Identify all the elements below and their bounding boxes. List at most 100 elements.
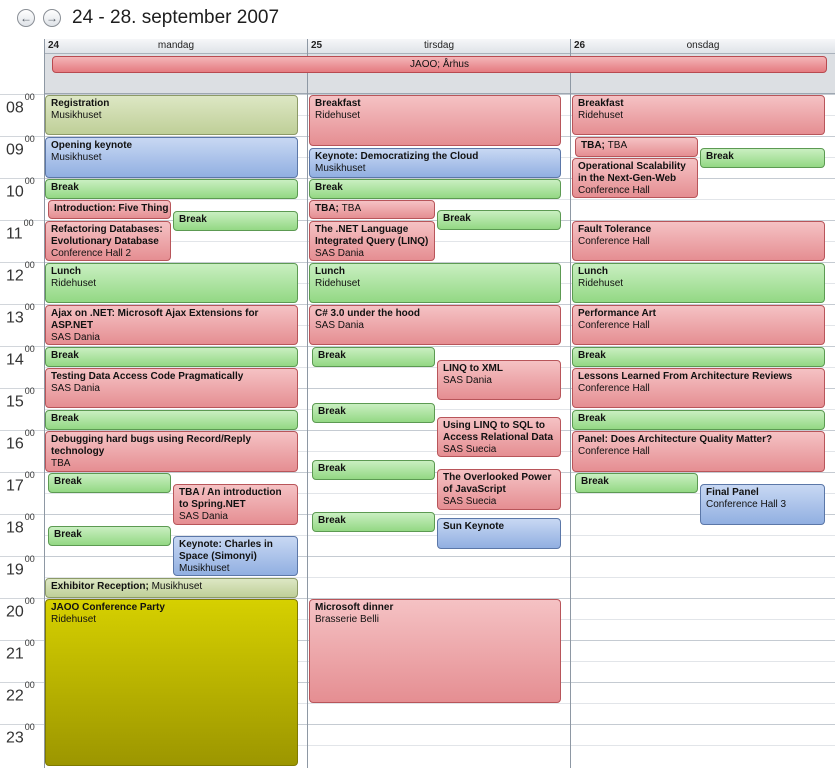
- event-location: TBA: [341, 203, 362, 214]
- event[interactable]: Refactoring Databases: Evolutionary Data…: [45, 221, 171, 261]
- event-title: Break: [51, 182, 79, 193]
- event[interactable]: TBA; TBA: [309, 200, 435, 219]
- event[interactable]: TBA / An introduction to Spring.NET SAS D…: [173, 484, 298, 525]
- time-slot-line: [571, 535, 835, 536]
- event[interactable]: Break: [312, 512, 435, 532]
- event[interactable]: Final Panel Conference Hall 3: [700, 484, 825, 525]
- hour-minutes: 00: [24, 176, 35, 186]
- event[interactable]: Introduction: Five Thing: [48, 200, 171, 219]
- event[interactable]: Breakfast Ridehuset: [572, 95, 825, 135]
- event[interactable]: Keynote: Charles in Space (Simonyi) Musik…: [173, 536, 298, 576]
- event[interactable]: JAOO Conference Party Ridehuset: [45, 599, 298, 766]
- hour-row: 1100: [0, 218, 44, 262]
- event[interactable]: Break: [48, 473, 171, 493]
- event[interactable]: Performance Art Conference Hall: [572, 305, 825, 345]
- event[interactable]: Operational Scalability in the Next-Gen-…: [572, 158, 698, 198]
- event-title: Fault Tolerance: [578, 224, 652, 235]
- next-week-button[interactable]: →: [43, 9, 61, 27]
- hour-minutes: 00: [24, 260, 35, 270]
- event[interactable]: Lunch Ridehuset: [309, 263, 561, 303]
- hour-number: 09: [6, 141, 24, 159]
- hour-label: 2100: [6, 638, 35, 663]
- event[interactable]: Break: [572, 347, 825, 367]
- event[interactable]: Breakfast Ridehuset: [309, 95, 561, 146]
- event[interactable]: Sun Keynote: [437, 518, 561, 549]
- event-title: TBA; TBA: [581, 140, 628, 151]
- event[interactable]: Ajax on .NET: Microsoft Ajax Extensions …: [45, 305, 298, 345]
- hour-row: 1300: [0, 302, 44, 346]
- event[interactable]: Break: [575, 473, 698, 493]
- event-title: Break: [578, 413, 606, 424]
- hour-label: 1200: [6, 260, 35, 285]
- event-location: SAS Dania: [315, 248, 364, 259]
- event-title: The Overlooked Power of JavaScript: [443, 472, 552, 495]
- event[interactable]: Opening keynote Musikhuset: [45, 137, 298, 178]
- event[interactable]: Break: [48, 526, 171, 546]
- hour-number: 20: [6, 603, 24, 621]
- event[interactable]: C# 3.0 under the hood SAS Dania: [309, 305, 561, 345]
- time-gutter: 0800 0900 1000 1100 1200 1300 1400 1500 1600 1700…: [0, 92, 44, 768]
- event[interactable]: Debugging hard bugs using Record/Reply t…: [45, 431, 298, 472]
- hour-row: 1500: [0, 386, 44, 430]
- event[interactable]: Lessons Learned From Architecture Review…: [572, 368, 825, 408]
- event[interactable]: Testing Data Access Code Pragmatically SA…: [45, 368, 298, 408]
- hour-number: 14: [6, 351, 24, 369]
- event[interactable]: Exhibitor Reception; Musikhuset: [45, 578, 298, 598]
- event[interactable]: Break: [700, 148, 825, 168]
- hour-label: 1500: [6, 386, 35, 411]
- event[interactable]: Break: [312, 460, 435, 480]
- hour-minutes: 00: [24, 722, 35, 732]
- event-title: Lunch: [51, 266, 81, 277]
- event[interactable]: The Overlooked Power of JavaScript SAS Su…: [437, 469, 561, 510]
- time-slot-line: [571, 703, 835, 704]
- event[interactable]: Break: [45, 347, 298, 367]
- event[interactable]: Lunch Ridehuset: [45, 263, 298, 303]
- day-header-wed[interactable]: 26 onsdag: [571, 39, 835, 54]
- event-title: TBA / An introduction to Spring.NET: [179, 487, 282, 510]
- day-header-mon[interactable]: 24 mandag: [45, 39, 307, 54]
- event[interactable]: Break: [45, 179, 298, 199]
- event[interactable]: The .NET Language Integrated Query (LINQ…: [309, 221, 435, 261]
- day-header-tue[interactable]: 25 tirsdag: [308, 39, 570, 54]
- calendar-week-view: ← → 24 - 28. september 2007 0800 0900 1000…: [0, 0, 835, 768]
- event-location: Conference Hall: [578, 185, 650, 196]
- event[interactable]: Lunch Ridehuset: [572, 263, 825, 303]
- hour-number: 11: [6, 225, 23, 243]
- event[interactable]: Break: [312, 403, 435, 423]
- hour-minutes: 00: [24, 428, 35, 438]
- event-location: Ridehuset: [578, 110, 624, 121]
- event[interactable]: Break: [173, 211, 298, 231]
- hour-row: 1800: [0, 512, 44, 556]
- event-location: TBA: [607, 140, 628, 151]
- event[interactable]: Break: [572, 410, 825, 430]
- event[interactable]: Break: [309, 179, 561, 199]
- event-title: Break: [54, 476, 82, 487]
- hour-label: 1800: [6, 512, 35, 537]
- event[interactable]: Microsoft dinner Brasserie Belli: [309, 599, 561, 703]
- event[interactable]: Break: [45, 410, 298, 430]
- event-title: Performance Art: [578, 308, 656, 319]
- hour-number: 18: [6, 519, 24, 537]
- time-slot-line: [308, 745, 570, 746]
- hour-number: 22: [6, 687, 24, 705]
- event[interactable]: Keynote: Democratizing the Cloud Musikhus…: [309, 148, 561, 178]
- event[interactable]: TBA; TBA: [575, 137, 698, 157]
- event[interactable]: Panel: Does Architecture Quality Matter?…: [572, 431, 825, 472]
- event[interactable]: LINQ to XML SAS Dania: [437, 360, 561, 400]
- event[interactable]: Break: [437, 210, 561, 230]
- event[interactable]: Registration Musikhuset: [45, 95, 298, 135]
- hour-row: 1600: [0, 428, 44, 472]
- previous-week-button[interactable]: ←: [17, 9, 35, 27]
- event-location: Musikhuset: [151, 581, 203, 592]
- event-title: Lunch: [578, 266, 608, 277]
- event-location: Brasserie Belli: [315, 614, 379, 625]
- time-slot-line: [571, 199, 835, 200]
- event-location: Conference Hall: [578, 320, 650, 331]
- event-title: Testing Data Access Code Pragmatically: [51, 371, 244, 382]
- event[interactable]: Fault Tolerance Conference Hall: [572, 221, 825, 261]
- allday-event-jaoo[interactable]: JAOO; Århus: [52, 56, 827, 73]
- event[interactable]: Using LINQ to SQL to Access Relational D…: [437, 417, 561, 457]
- time-slot-line: [571, 598, 835, 599]
- event-title: Debugging hard bugs using Record/Reply t…: [51, 434, 252, 457]
- event[interactable]: Break: [312, 347, 435, 367]
